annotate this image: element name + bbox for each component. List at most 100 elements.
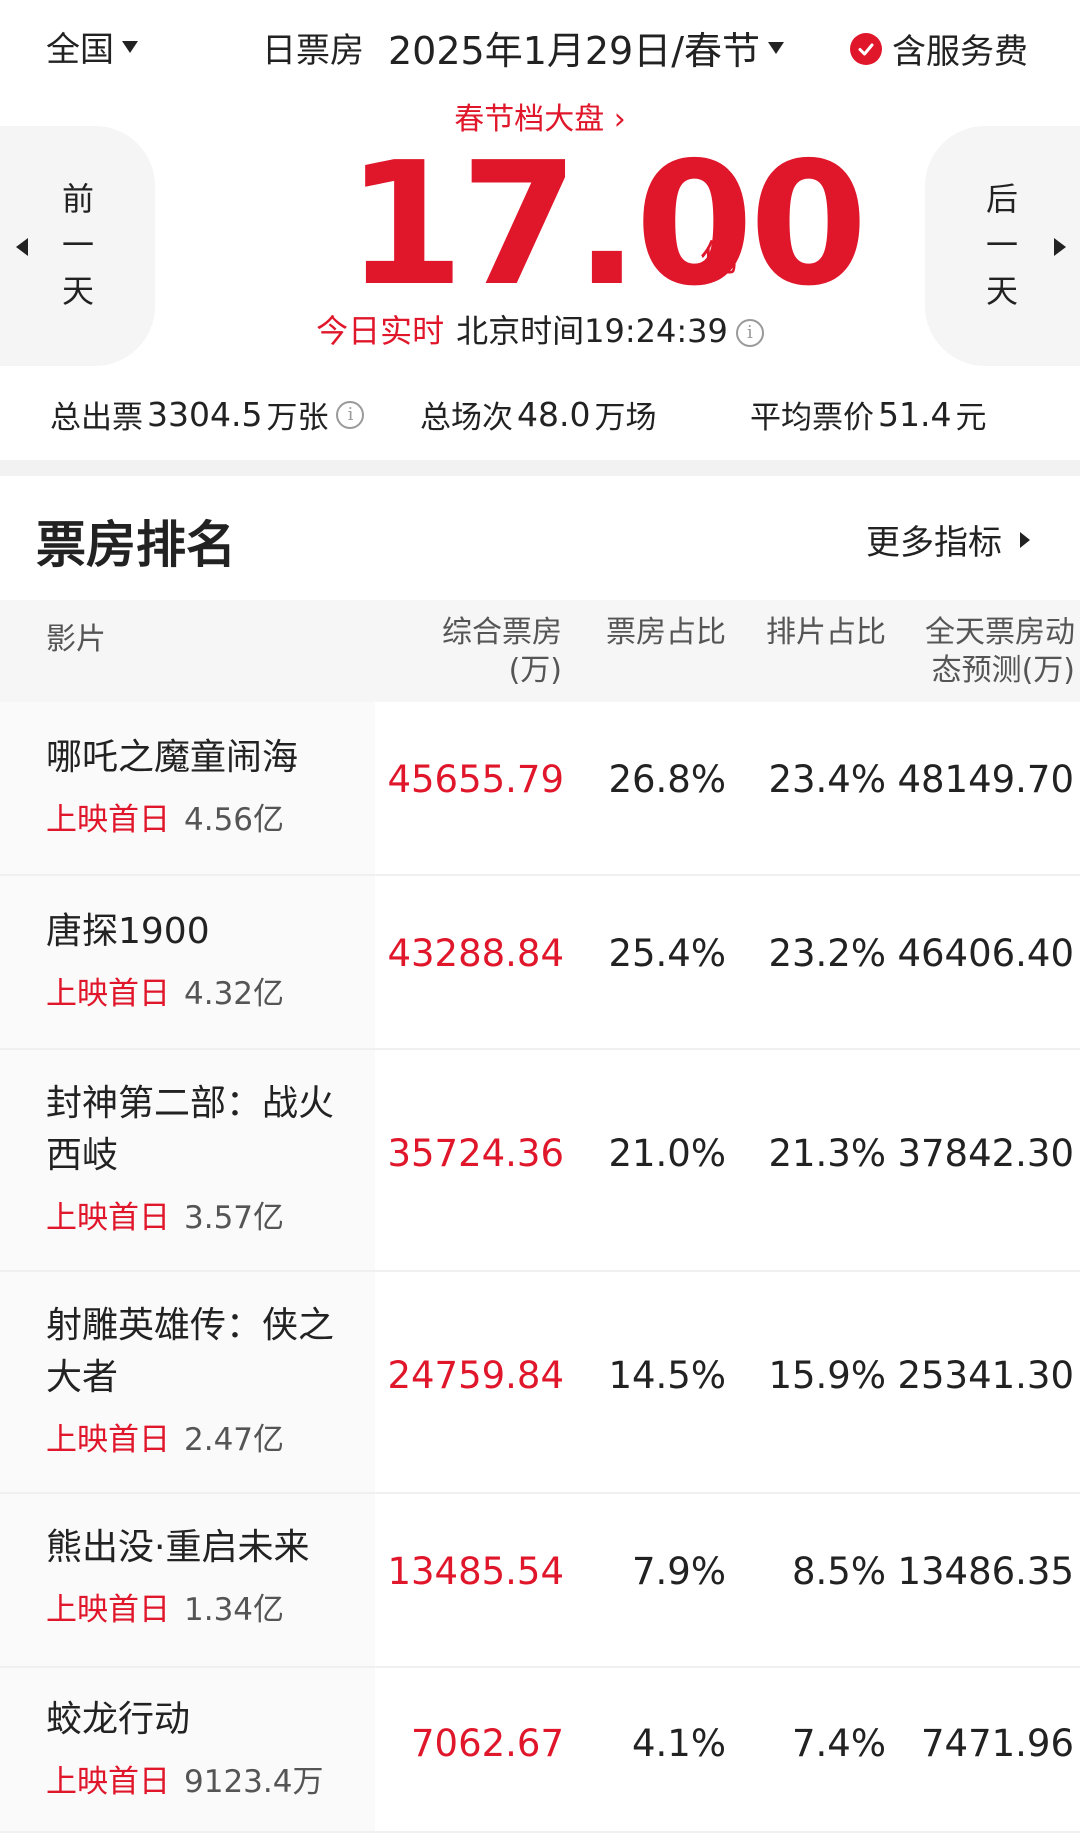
- screening-value: 21.3%: [768, 1132, 886, 1175]
- date-type-label: 日票房: [262, 31, 364, 71]
- arrow-right-icon: [1054, 238, 1066, 256]
- film-name: 哪吒之魔童闹海: [46, 737, 299, 778]
- column-header-screening[interactable]: 排片占比: [740, 614, 886, 652]
- boxoffice-value: 24759.84: [387, 1354, 564, 1397]
- beijing-time-value: 19:24:39: [584, 312, 728, 350]
- caret-right-icon: [1020, 531, 1030, 548]
- release-value: 9123.4万: [184, 1764, 324, 1800]
- film-release-info: 上映首日 2.47亿: [46, 1414, 284, 1459]
- date-value: 2025年1月29日/春节: [388, 29, 761, 73]
- table-row[interactable]: 唐探1900 上映首日 4.32亿 43288.84 25.4% 23.2% 46406.4…: [0, 876, 1080, 1050]
- screening-value: 15.9%: [768, 1354, 886, 1397]
- service-fee-label: 含服务费: [892, 32, 1028, 72]
- share-value: 21.0%: [608, 1132, 726, 1175]
- price-unit: 元: [955, 400, 987, 436]
- date-selector[interactable]: 日票房 2025年1月29日/春节: [262, 20, 785, 75]
- share-value: 4.1%: [632, 1722, 726, 1765]
- boxoffice-value: 43288.84: [387, 932, 564, 975]
- share-value: 14.5%: [608, 1354, 726, 1397]
- realtime-label: 今日实时: [316, 312, 445, 350]
- info-icon[interactable]: i: [735, 319, 764, 347]
- release-tag: 上映首日: [46, 1764, 170, 1800]
- film-name: 蛟龙行动: [46, 1699, 191, 1740]
- film-release-info: 上映首日 4.56亿: [46, 794, 284, 839]
- release-tag: 上映首日: [46, 802, 170, 838]
- info-icon[interactable]: i: [336, 400, 365, 429]
- region-selector[interactable]: 全国: [46, 22, 138, 71]
- forecast-value: 48149.70: [897, 758, 1074, 801]
- region-label: 全国: [46, 30, 114, 70]
- total-tickets-stat: 总出票 3304.5 万张 i: [50, 392, 365, 437]
- film-release-info: 上映首日 1.34亿: [46, 1584, 284, 1629]
- film-name: 熊出没·重启未来: [46, 1527, 310, 1568]
- screening-value: 23.4%: [768, 758, 886, 801]
- screening-value: 7.4%: [792, 1722, 886, 1765]
- forecast-value: 25341.30: [897, 1354, 1074, 1397]
- table-row[interactable]: 熊出没·重启未来 上映首日 1.34亿 13485.54 7.9% 8.5% 13486.3…: [0, 1494, 1080, 1668]
- share-value: 7.9%: [632, 1550, 726, 1593]
- release-tag: 上映首日: [46, 1200, 170, 1236]
- table-row[interactable]: 蛟龙行动 上映首日 9123.4万 7062.67 4.1% 7.4% 7471.96: [0, 1668, 1080, 1833]
- film-cell-background: [0, 1494, 375, 1668]
- forecast-value: 13486.35: [897, 1550, 1074, 1593]
- boxoffice-value: 35724.36: [387, 1132, 564, 1175]
- film-cell-background: [0, 702, 375, 876]
- release-value: 2.47亿: [184, 1422, 285, 1458]
- more-metrics-label: 更多指标: [866, 523, 1002, 563]
- forecast-value: 46406.40: [897, 932, 1074, 975]
- release-tag: 上映首日: [46, 1422, 170, 1458]
- film-release-info: 上映首日 3.57亿: [46, 1192, 284, 1237]
- column-header-film: 影片: [46, 622, 106, 657]
- check-icon: [850, 32, 882, 65]
- shows-unit: 万场: [594, 400, 657, 436]
- price-label: 平均票价: [750, 400, 874, 436]
- next-day-label: 后 一 天: [985, 180, 1018, 310]
- boxoffice-value: 13485.54: [387, 1550, 564, 1593]
- release-tag: 上映首日: [46, 1592, 170, 1628]
- shows-label: 总场次: [420, 400, 513, 436]
- arrow-left-icon: [16, 238, 28, 256]
- forecast-value: 37842.30: [897, 1132, 1074, 1175]
- top-bar: 全国 日票房 2025年1月29日/春节 含服务费: [0, 0, 1080, 90]
- price-value: 51.4: [878, 395, 952, 434]
- release-value: 3.57亿: [184, 1200, 285, 1236]
- table-row[interactable]: 哪吒之魔童闹海上映首日 4.56亿 45655.79 26.8% 23.4% 48149.…: [0, 702, 1080, 876]
- tickets-unit: 万张: [266, 400, 329, 436]
- column-header-forecast[interactable]: 全天票房动 态预测(万): [900, 614, 1075, 690]
- more-metrics-button[interactable]: 更多指标: [866, 515, 1030, 564]
- total-shows-stat: 总场次 48.0 万场: [420, 392, 656, 437]
- share-value: 25.4%: [608, 932, 726, 975]
- previous-day-label: 前 一 天: [61, 180, 94, 310]
- column-header-boxoffice[interactable]: 综合票房 (万): [410, 614, 562, 690]
- table-header: 影片 综合票房 (万) 票房占比 排片占比 全天票房动 态预测(万): [0, 600, 1080, 702]
- beijing-time-label: 北京时间: [456, 312, 585, 350]
- film-cell-background: [0, 1668, 375, 1833]
- shows-value: 48.0: [517, 395, 591, 434]
- total-boxoffice: 17.00: [346, 126, 868, 324]
- column-header-share[interactable]: 票房占比: [580, 614, 726, 652]
- table-row[interactable]: 射雕英雄传：侠之大者上映首日 2.47亿 24759.84 14.5% 15.9% 253…: [0, 1272, 1080, 1494]
- film-release-info: 上映首日 9123.4万: [46, 1756, 323, 1801]
- release-value: 1.34亿: [184, 1592, 285, 1628]
- total-boxoffice-unit: 亿: [700, 237, 739, 281]
- chevron-down-icon: [122, 40, 138, 53]
- film-name: 唐探1900: [46, 911, 210, 952]
- film-release-info: 上映首日 4.32亿: [46, 968, 284, 1013]
- realtime-line: 今日实时 北京时间19:24:39 i: [0, 306, 1080, 352]
- ranking-title: 票房排名: [36, 516, 236, 574]
- summary-stats: 总出票 3304.5 万张 i 总场次 48.0 万场 平均票价 51.4 元: [0, 392, 1080, 442]
- boxoffice-value: 45655.79: [387, 758, 564, 801]
- service-fee-toggle[interactable]: 含服务费: [850, 24, 1028, 73]
- boxoffice-value: 7062.67: [410, 1722, 564, 1765]
- table-row[interactable]: 封神第二部：战火西岐 上映首日 3.57亿 35724.36 21.0% 21.3% 378…: [0, 1050, 1080, 1272]
- release-tag: 上映首日: [46, 976, 170, 1012]
- tickets-label: 总出票: [50, 400, 143, 436]
- tickets-value: 3304.5: [147, 395, 263, 434]
- chevron-down-icon: [768, 41, 785, 54]
- film-name: 射雕英雄传：侠之大者: [46, 1305, 335, 1398]
- screening-value: 23.2%: [768, 932, 886, 975]
- film-cell-background: [0, 876, 375, 1050]
- share-value: 26.8%: [608, 758, 726, 801]
- release-value: 4.32亿: [184, 976, 285, 1012]
- avg-price-stat: 平均票价 51.4 元: [750, 392, 986, 437]
